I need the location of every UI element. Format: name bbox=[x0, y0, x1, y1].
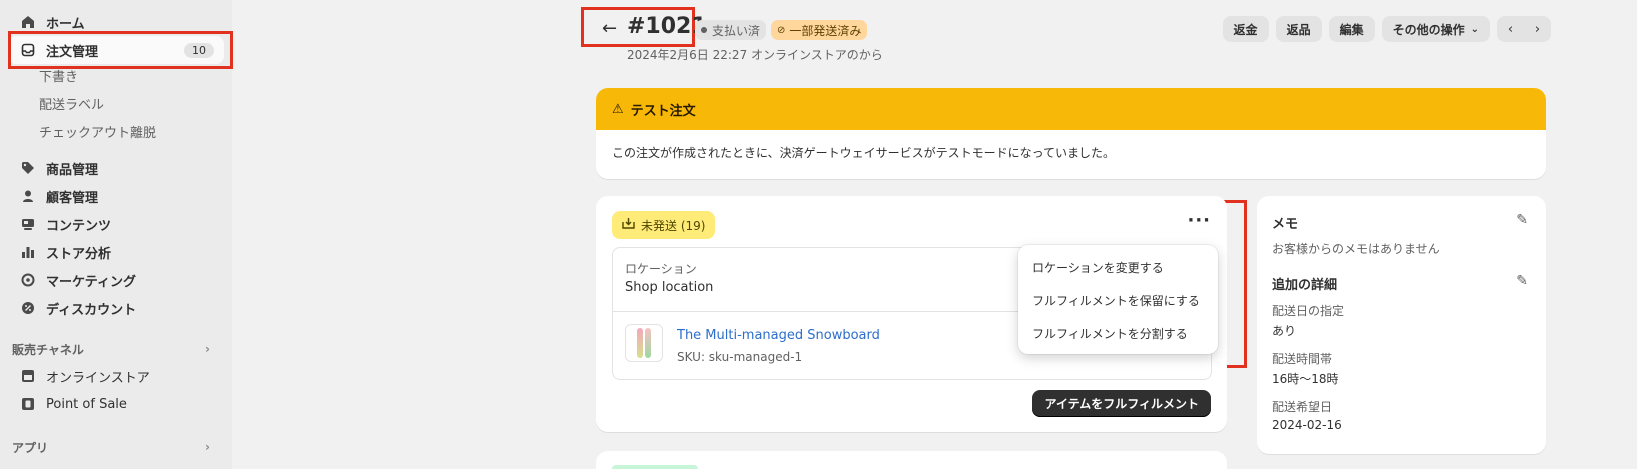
test-order-banner: ⚠ テスト注文 この注文が作成されたときに、決済ゲートウェイサービスがテストモー… bbox=[596, 88, 1546, 179]
memo-title: メモ bbox=[1272, 217, 1299, 232]
order-pager: ‹ › bbox=[1497, 16, 1551, 42]
payment-status-badge: 支払い済 bbox=[695, 20, 767, 40]
sidebar-item-label: 注文管理 bbox=[46, 44, 99, 60]
sidebar-subitem-drafts[interactable]: 下書き bbox=[0, 64, 232, 92]
home-icon bbox=[20, 14, 36, 30]
chevron-right-icon: › bbox=[205, 440, 210, 454]
payment-status-label: 支払い済 bbox=[712, 23, 761, 38]
header-actions: 返金 返品 編集 その他の操作 ⌄ ‹ › bbox=[1222, 16, 1551, 42]
apps-label: アプリ bbox=[12, 440, 49, 455]
sidebar-subitem-abandoned-checkouts[interactable]: チェックアウト離脱 bbox=[0, 120, 232, 148]
content-icon bbox=[20, 216, 36, 232]
edit-memo-icon[interactable]: ✎ bbox=[1516, 212, 1528, 228]
pos-icon bbox=[20, 396, 36, 412]
test-order-header: ⚠ テスト注文 bbox=[596, 88, 1546, 130]
menu-item-hold-fulfillment[interactable]: フルフィルメントを保留にする bbox=[1024, 284, 1212, 317]
more-options-menu: ロケーションを変更する フルフィルメントを保留にする フルフィルメントを分割する bbox=[1018, 245, 1218, 354]
refund-button[interactable]: 返金 bbox=[1222, 16, 1269, 42]
unfulfilled-badge: 未発送 (19) bbox=[612, 211, 716, 239]
sidebar: ホーム 注文管理 10 下書き 配送ラベル チェックアウト離脱 商品管理 顧客管… bbox=[0, 0, 232, 469]
unfulfilled-icon bbox=[622, 217, 635, 233]
previous-order-icon[interactable]: ‹ bbox=[1497, 16, 1524, 42]
tag-icon bbox=[20, 160, 36, 176]
detail-value: あり bbox=[1272, 324, 1297, 338]
edit-button[interactable]: 編集 bbox=[1328, 16, 1375, 42]
chart-icon bbox=[20, 244, 36, 260]
orders-count-badge: 10 bbox=[184, 42, 214, 58]
more-actions-button[interactable]: その他の操作 ⌄ bbox=[1381, 16, 1490, 42]
detail-value: 2024-02-16 bbox=[1272, 418, 1342, 432]
sidebar-item-label: ディスカウント bbox=[46, 302, 137, 318]
sidebar-item-label: ホーム bbox=[46, 16, 85, 32]
sidebar-item-home[interactable]: ホーム bbox=[8, 8, 224, 36]
sales-channels-section[interactable]: 販売チャネル › bbox=[0, 336, 232, 362]
status-dot-icon bbox=[701, 27, 707, 33]
sales-channels-label: 販売チャネル bbox=[12, 342, 84, 357]
sidebar-item-label: 商品管理 bbox=[46, 162, 99, 178]
next-card bbox=[596, 451, 1227, 469]
sidebar-item-products[interactable]: 商品管理 bbox=[8, 154, 224, 182]
fulfillment-status-badge: ⊘ 一部発送済み bbox=[771, 20, 868, 40]
sidebar-item-discounts[interactable]: ディスカウント bbox=[8, 294, 224, 322]
sidebar-item-label: Point of Sale bbox=[46, 396, 127, 412]
order-subtitle: 2024年2月6日 22:27 オンラインストアのから bbox=[627, 48, 883, 62]
main-content: ← #1021 支払い済 ⊘ 一部発送済み 2024年2月6日 22:27 オン… bbox=[232, 0, 1637, 469]
fulfillment-status-label: 一部発送済み bbox=[789, 23, 862, 38]
location-value: Shop location bbox=[625, 280, 714, 295]
location-label: ロケーション bbox=[625, 262, 697, 276]
menu-item-split-fulfillment[interactable]: フルフィルメントを分割する bbox=[1024, 317, 1212, 350]
detail-value: 16時〜18時 bbox=[1272, 372, 1339, 386]
person-icon bbox=[20, 188, 36, 204]
memo-text: お客様からのメモはありません bbox=[1272, 242, 1440, 256]
additional-details-title: 追加の詳細 bbox=[1272, 278, 1338, 293]
detail-label: 配送時間帯 bbox=[1272, 352, 1333, 366]
sidebar-item-orders[interactable]: 注文管理 10 bbox=[8, 36, 224, 64]
more-options-icon[interactable]: ··· bbox=[1187, 210, 1211, 231]
edit-details-icon[interactable]: ✎ bbox=[1516, 273, 1528, 289]
status-badge bbox=[612, 465, 698, 469]
sidebar-item-label: マーケティング bbox=[46, 274, 136, 290]
next-order-icon[interactable]: › bbox=[1524, 16, 1551, 42]
sidebar-item-customers[interactable]: 顧客管理 bbox=[8, 182, 224, 210]
return-button[interactable]: 返品 bbox=[1275, 16, 1322, 42]
product-link[interactable]: The Multi-managed Snowboard bbox=[677, 328, 880, 343]
sidebar-item-label: 顧客管理 bbox=[46, 190, 99, 206]
store-icon bbox=[20, 368, 36, 384]
more-actions-label: その他の操作 bbox=[1392, 22, 1465, 37]
chevron-right-icon: › bbox=[205, 342, 210, 356]
chevron-down-icon: ⌄ bbox=[1470, 23, 1479, 35]
test-order-message: この注文が作成されたときに、決済ゲートウェイサービスがテストモードになっていまし… bbox=[612, 146, 1116, 160]
product-thumbnail[interactable] bbox=[625, 324, 663, 362]
partial-fulfilled-icon: ⊘ bbox=[777, 24, 786, 36]
discount-icon bbox=[20, 300, 36, 316]
apps-section[interactable]: アプリ › bbox=[0, 434, 232, 460]
sidebar-item-label: コンテンツ bbox=[46, 218, 112, 234]
sidebar-item-label: オンラインストア bbox=[46, 370, 150, 386]
sidebar-item-label: ストア分析 bbox=[46, 246, 112, 262]
menu-item-change-location[interactable]: ロケーションを変更する bbox=[1024, 251, 1212, 284]
sidebar-item-marketing[interactable]: マーケティング bbox=[8, 266, 224, 294]
product-sku: SKU: sku-managed-1 bbox=[677, 350, 803, 364]
target-icon bbox=[20, 272, 36, 288]
warning-icon: ⚠ bbox=[612, 101, 624, 117]
fulfill-items-button[interactable]: アイテムをフルフィルメント bbox=[1032, 390, 1211, 417]
sidebar-item-online-store[interactable]: オンラインストア bbox=[8, 362, 224, 390]
sidebar-item-content[interactable]: コンテンツ bbox=[8, 210, 224, 238]
sidebar-item-pos[interactable]: Point of Sale bbox=[8, 390, 224, 418]
detail-label: 配送希望日 bbox=[1272, 400, 1333, 414]
test-order-title: テスト注文 bbox=[630, 103, 696, 119]
sidebar-item-analytics[interactable]: ストア分析 bbox=[8, 238, 224, 266]
sidebar-subitem-shipping-labels[interactable]: 配送ラベル bbox=[0, 92, 232, 120]
unfulfilled-label: 未発送 (19) bbox=[641, 218, 706, 233]
inbox-icon bbox=[20, 42, 36, 58]
back-arrow-icon[interactable]: ← bbox=[602, 18, 617, 39]
detail-label: 配送日の指定 bbox=[1272, 304, 1345, 318]
notes-card: メモ ✎ お客様からのメモはありません 追加の詳細 ✎ 配送日の指定 あり 配送… bbox=[1257, 196, 1546, 454]
